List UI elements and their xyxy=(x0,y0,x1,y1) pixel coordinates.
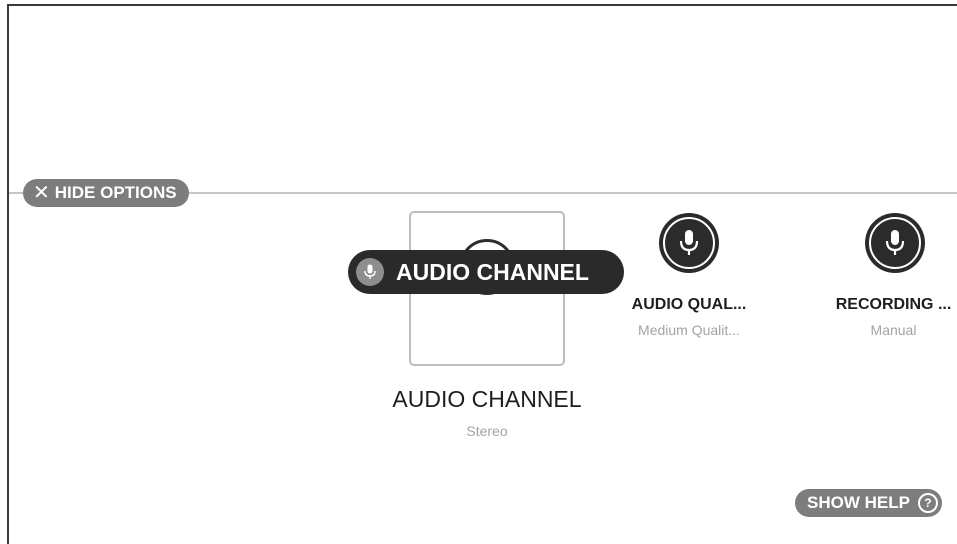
show-help-label: SHOW HELP xyxy=(807,493,910,512)
help-icon: ? xyxy=(917,493,938,513)
audio-quality-title[interactable]: AUDIO QUAL... xyxy=(622,296,756,314)
selected-option-value: Stereo xyxy=(466,423,508,439)
microphone-icon xyxy=(356,258,384,286)
selected-option-title: AUDIO CHANNEL xyxy=(392,386,582,412)
recording-title[interactable]: RECORDING ... xyxy=(830,296,957,314)
recording-value: Manual xyxy=(870,322,917,338)
audio-quality-microphone-icon[interactable] xyxy=(659,213,719,273)
hide-options-button[interactable]: ✕ HIDE OPTIONS xyxy=(23,179,189,207)
audio-quality-value: Medium Qualit... xyxy=(638,322,740,338)
recording-microphone-icon[interactable] xyxy=(865,213,925,273)
close-icon: ✕ xyxy=(33,182,50,204)
show-help-button[interactable]: SHOW HELP ? xyxy=(795,489,942,517)
option-tooltip: AUDIO CHANNEL xyxy=(348,250,624,294)
tooltip-label: AUDIO CHANNEL xyxy=(396,258,589,285)
hide-options-label: HIDE OPTIONS xyxy=(54,183,177,202)
